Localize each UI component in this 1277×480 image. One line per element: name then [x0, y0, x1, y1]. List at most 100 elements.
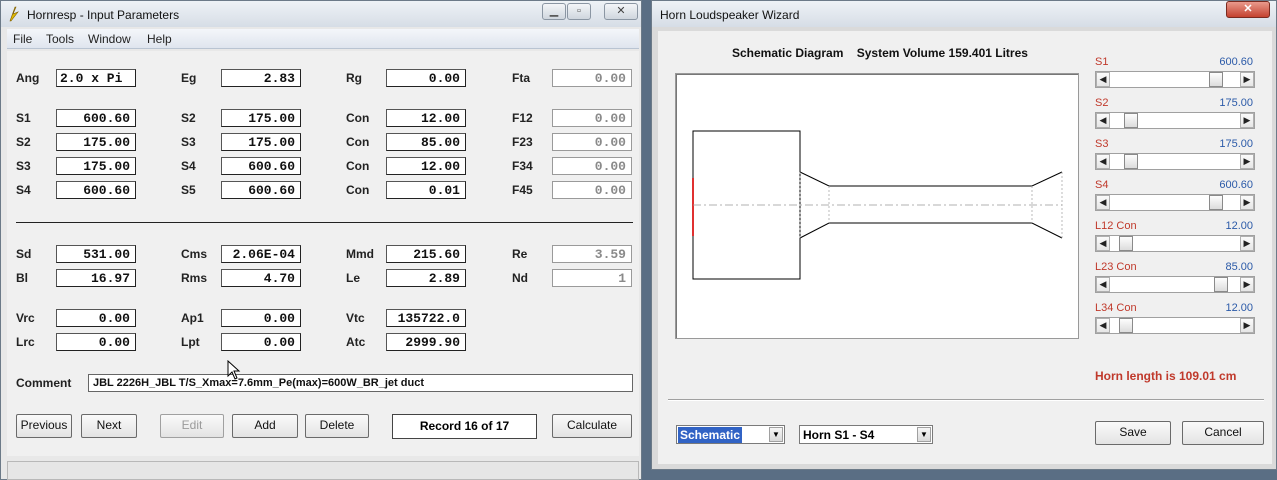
param-field[interactable]: 0.00	[552, 133, 632, 151]
chevron-down-icon[interactable]: ▼	[917, 427, 931, 442]
close-button[interactable]: ✕	[604, 3, 638, 20]
param-field[interactable]: 0.00	[56, 309, 136, 327]
comment-field[interactable]: JBL 2226H_JBL T/S_Xmax=7.6mm_Pe(max)=600…	[88, 374, 633, 392]
param-field[interactable]: 2.0 x Pi	[56, 69, 136, 87]
param-field[interactable]: 0.01	[386, 181, 466, 199]
arrow-right-icon[interactable]: ▶	[1240, 195, 1254, 210]
arrow-left-icon[interactable]: ◀	[1096, 72, 1110, 87]
save-button[interactable]: Save	[1095, 421, 1171, 445]
slider-thumb[interactable]	[1124, 154, 1138, 169]
param-field[interactable]: 175.00	[221, 109, 301, 127]
slider-track[interactable]: ◀ ▶	[1095, 112, 1255, 129]
param-field[interactable]: 1	[552, 269, 632, 287]
maximize-button[interactable]: ▫	[567, 3, 591, 20]
param-label: Rg	[346, 71, 362, 85]
param-field[interactable]: 12.00	[386, 157, 466, 175]
arrow-right-icon[interactable]: ▶	[1240, 277, 1254, 292]
param-field[interactable]: 12.00	[386, 109, 466, 127]
param-field[interactable]: 4.70	[221, 269, 301, 287]
arrow-right-icon[interactable]: ▶	[1240, 236, 1254, 251]
view-select[interactable]: Schematic ▼	[676, 425, 785, 444]
param-field[interactable]: 2.89	[386, 269, 466, 287]
param-field[interactable]: 2999.90	[386, 333, 466, 351]
section-select[interactable]: Horn S1 - S4 ▼	[799, 425, 933, 444]
menu-bar: File Tools Window Help	[7, 29, 639, 49]
wizard-close-button[interactable]: ✕	[1226, 1, 1270, 18]
param-field[interactable]: 135722.0	[386, 309, 466, 327]
menu-file[interactable]: File	[13, 32, 32, 46]
param-field[interactable]: 3.59	[552, 245, 632, 263]
param-field[interactable]: 600.60	[221, 181, 301, 199]
param-field[interactable]: 0.00	[221, 333, 301, 351]
param-field[interactable]: 600.60	[56, 109, 136, 127]
param-field[interactable]: 215.60	[386, 245, 466, 263]
slider-thumb[interactable]	[1119, 318, 1133, 333]
record-indicator: Record 16 of 17	[392, 414, 537, 439]
arrow-right-icon[interactable]: ▶	[1240, 154, 1254, 169]
slider-track[interactable]: ◀ ▶	[1095, 71, 1255, 88]
arrow-right-icon[interactable]: ▶	[1240, 113, 1254, 128]
wizard-body: Schematic Diagram System Volume 159.401 …	[658, 31, 1272, 464]
param-field[interactable]: 0.00	[552, 181, 632, 199]
calculate-button[interactable]: Calculate	[552, 414, 632, 438]
slider-thumb[interactable]	[1119, 236, 1133, 251]
param-label: S3	[16, 159, 31, 173]
cancel-button[interactable]: Cancel	[1182, 421, 1264, 445]
slider-thumb[interactable]	[1214, 277, 1228, 292]
param-label: Vrc	[16, 311, 35, 325]
param-field[interactable]: 2.83	[221, 69, 301, 87]
param-field[interactable]: 0.00	[552, 157, 632, 175]
param-field[interactable]: 600.60	[221, 157, 301, 175]
horn-schematic	[692, 130, 1063, 280]
close-icon: ✕	[1243, 3, 1253, 15]
param-field[interactable]: 0.00	[221, 309, 301, 327]
add-button[interactable]: Add	[232, 414, 298, 438]
param-field[interactable]: 85.00	[386, 133, 466, 151]
arrow-left-icon[interactable]: ◀	[1096, 318, 1110, 333]
slider-track[interactable]: ◀ ▶	[1095, 194, 1255, 211]
wizard-title: Horn Loudspeaker Wizard	[660, 8, 800, 22]
param-field[interactable]: 531.00	[56, 245, 136, 263]
horn-length: Horn length is 109.01 cm	[1095, 369, 1237, 383]
slider-thumb[interactable]	[1209, 72, 1223, 87]
slider-thumb[interactable]	[1124, 113, 1138, 128]
param-field[interactable]: 0.00	[386, 69, 466, 87]
arrow-right-icon[interactable]: ▶	[1240, 318, 1254, 333]
param-field[interactable]: 175.00	[221, 133, 301, 151]
param-field[interactable]: 0.00	[552, 69, 632, 87]
arrow-left-icon[interactable]: ◀	[1096, 154, 1110, 169]
slider-track[interactable]: ◀ ▶	[1095, 276, 1255, 293]
param-label: Con	[346, 183, 370, 197]
menu-window[interactable]: Window	[88, 32, 131, 46]
slider-track[interactable]: ◀ ▶	[1095, 317, 1255, 334]
slider-track[interactable]: ◀ ▶	[1095, 235, 1255, 252]
param-field[interactable]: 600.60	[56, 181, 136, 199]
param-field[interactable]: 0.00	[552, 109, 632, 127]
arrow-left-icon[interactable]: ◀	[1096, 236, 1110, 251]
param-field[interactable]: 175.00	[56, 133, 136, 151]
slider-value: 600.60	[1219, 56, 1253, 68]
slider-value: 85.00	[1225, 261, 1253, 273]
next-button[interactable]: Next	[81, 414, 137, 438]
delete-button[interactable]: Delete	[305, 414, 369, 438]
param-label: Sd	[16, 247, 32, 261]
param-field[interactable]: 0.00	[56, 333, 136, 351]
param-label: S5	[181, 183, 196, 197]
arrow-left-icon[interactable]: ◀	[1096, 195, 1110, 210]
param-field[interactable]: 2.06E-04	[221, 245, 301, 263]
arrow-left-icon[interactable]: ◀	[1096, 277, 1110, 292]
edit-button[interactable]: Edit	[160, 414, 224, 438]
chevron-down-icon[interactable]: ▼	[769, 427, 783, 442]
menu-help[interactable]: Help	[147, 32, 172, 46]
minimize-button[interactable]: ▁	[542, 3, 566, 20]
arrow-left-icon[interactable]: ◀	[1096, 113, 1110, 128]
param-field[interactable]: 175.00	[56, 157, 136, 175]
schematic-panel	[675, 73, 1079, 339]
param-field[interactable]: 16.97	[56, 269, 136, 287]
slider-track[interactable]: ◀ ▶	[1095, 153, 1255, 170]
menu-tools[interactable]: Tools	[46, 32, 74, 46]
comment-label: Comment	[16, 376, 72, 390]
previous-button[interactable]: Previous	[16, 414, 72, 438]
slider-thumb[interactable]	[1209, 195, 1223, 210]
arrow-right-icon[interactable]: ▶	[1240, 72, 1254, 87]
